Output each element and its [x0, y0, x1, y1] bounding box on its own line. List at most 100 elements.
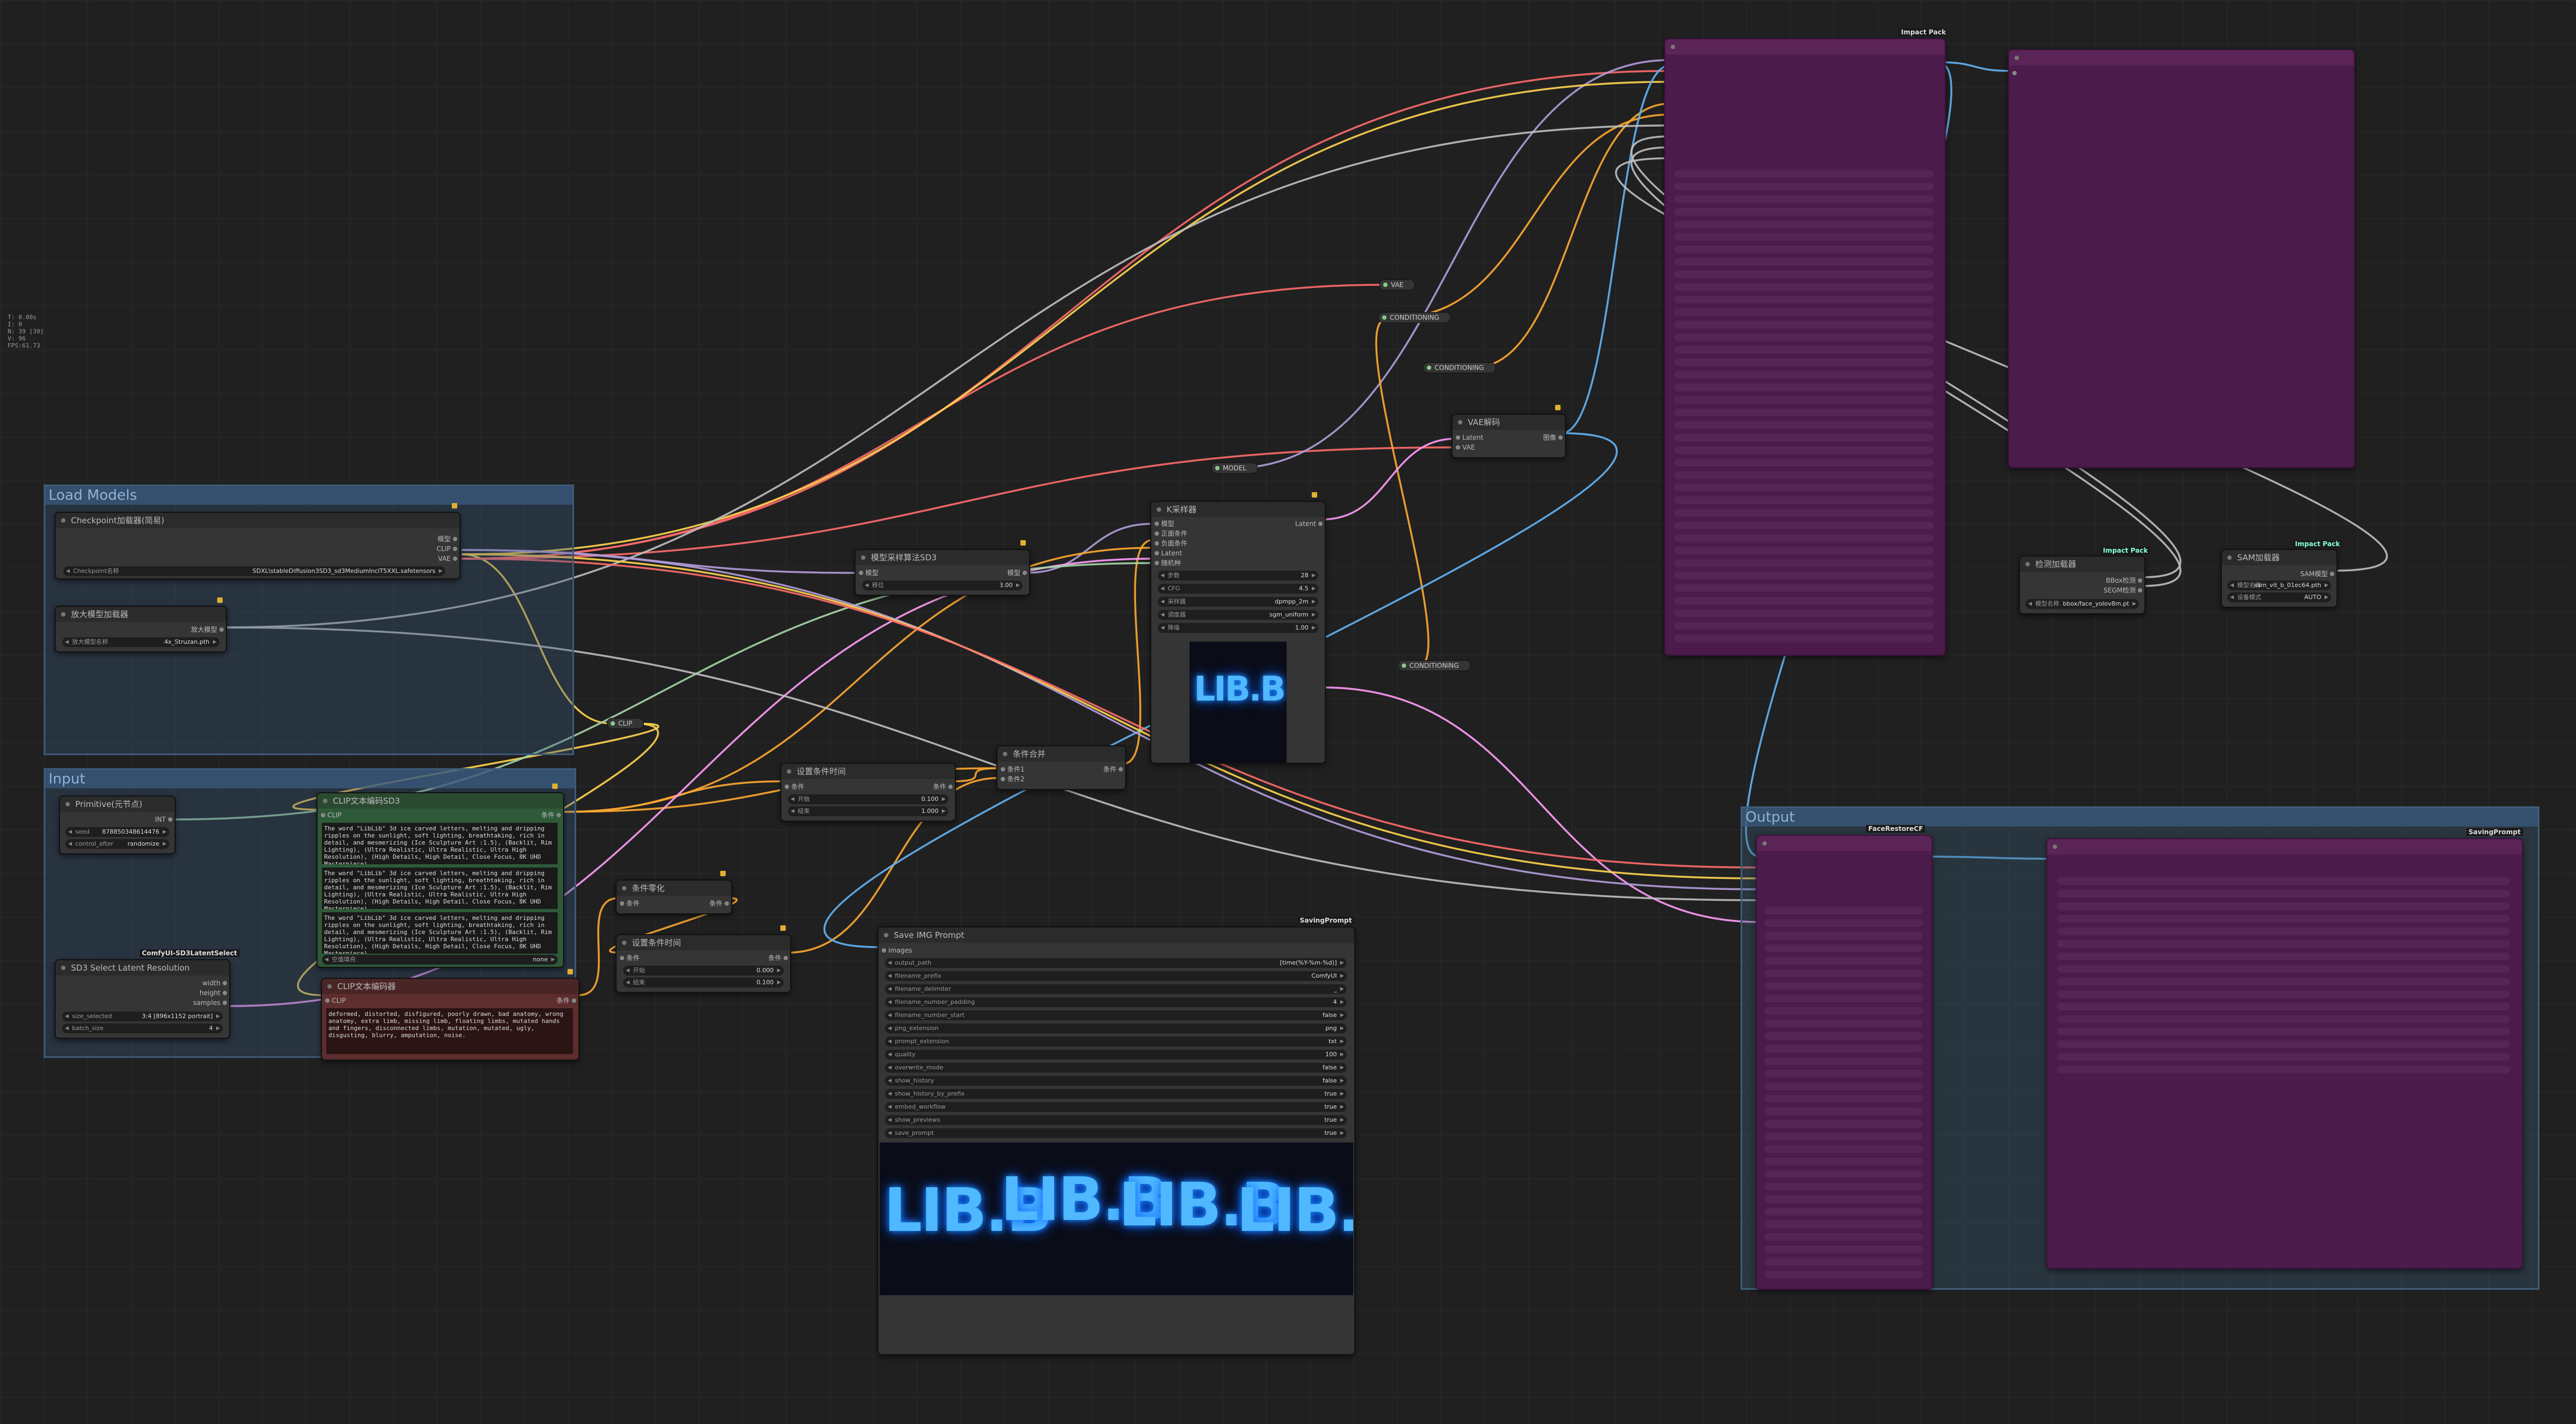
node-title[interactable]: Primitive(元节点): [60, 797, 175, 812]
node-title[interactable]: SAM加载器: [2222, 550, 2336, 565]
wire-cond[interactable]: [952, 767, 999, 782]
save-option-widget[interactable]: output_path [time(%Y-%m-%d)]: [885, 958, 1347, 968]
bypassed-widget-row[interactable]: [1765, 1258, 1923, 1266]
prompt-textarea-1[interactable]: The word "LibLib" 3d ice carved letters,…: [322, 823, 558, 864]
shift-widget[interactable]: 移位 3.00: [862, 581, 1023, 590]
output-height[interactable]: height: [200, 989, 228, 997]
node-face-detailer[interactable]: [1664, 38, 1946, 656]
input-model[interactable]: 模型: [1155, 519, 1174, 528]
bypassed-widget-row[interactable]: [2057, 1028, 2510, 1036]
bypassed-widget-row[interactable]: [2057, 953, 2510, 960]
bypassed-widget-row[interactable]: [1765, 1032, 1923, 1040]
wire-vae[interactable]: [461, 558, 1761, 869]
sampler-widget[interactable]: 采样器 dpmpp_2m: [1158, 597, 1318, 607]
node-title[interactable]: 设置条件时间: [781, 764, 955, 779]
save-option-widget[interactable]: filename_number_padding 4: [885, 997, 1347, 1007]
node-face-restore[interactable]: [1756, 835, 1933, 1290]
node-title[interactable]: CLIP文本编码SD3: [318, 793, 563, 809]
bypassed-widget-row[interactable]: [1765, 932, 1923, 940]
input-conditioning[interactable]: 条件: [785, 782, 804, 791]
save-option-widget[interactable]: filename_number_start false: [885, 1010, 1347, 1020]
cfg-widget[interactable]: CFG 4.5: [1158, 584, 1318, 594]
bypassed-widget-row[interactable]: [1765, 907, 1923, 914]
node-title[interactable]: [2009, 50, 2354, 65]
bypassed-widget-row[interactable]: [2057, 928, 2510, 935]
reroute-conditioning-3[interactable]: CONDITIONING: [1398, 660, 1471, 671]
input-conditioning[interactable]: 条件: [620, 954, 639, 962]
output-model[interactable]: 模型: [1007, 569, 1027, 577]
input-cond-1[interactable]: 条件1: [1001, 765, 1025, 774]
wire-clip[interactable]: [461, 81, 1670, 555]
save-option-widget[interactable]: show_history_by_prefix true: [885, 1089, 1347, 1099]
node-cond-combine[interactable]: 条件合并 条件1 条件2 条件: [996, 745, 1126, 790]
node-bbox-detector-loader[interactable]: 检测加载器 BBox检测 SEGM检测 模型名称 bbox/face_yolov…: [2019, 555, 2145, 614]
save-option-widget[interactable]: overwrite_mode false: [885, 1063, 1347, 1073]
end-widget[interactable]: 结束 0.100: [623, 978, 784, 988]
input-model[interactable]: 模型: [859, 569, 878, 577]
bypassed-widget-row[interactable]: [1765, 957, 1923, 965]
input-conditioning[interactable]: 条件: [620, 899, 639, 908]
bypassed-widget-row[interactable]: [1674, 208, 1934, 216]
node-upscale-model-loader[interactable]: 放大模型加载器 放大模型 放大模型名称 4x_Struzan.pth: [55, 606, 227, 653]
bypassed-widget-row[interactable]: [1674, 635, 1934, 642]
end-widget[interactable]: 结束 1.000: [788, 806, 948, 816]
bypassed-widget-row[interactable]: [1765, 1158, 1923, 1165]
wire-vae[interactable]: [461, 70, 1670, 560]
bypassed-widget-row[interactable]: [1674, 434, 1934, 441]
pin-icon[interactable]: [1020, 540, 1026, 546]
reroute-clip[interactable]: CLIP: [607, 718, 644, 729]
node-title[interactable]: 条件零化: [617, 881, 731, 896]
negative-prompt-textarea[interactable]: deformed, distorted, disfigured, poorly …: [326, 1008, 573, 1054]
pin-icon[interactable]: [1555, 405, 1561, 410]
group-title[interactable]: Output: [1742, 808, 2538, 827]
node-title[interactable]: VAE解码: [1453, 415, 1565, 430]
group-title[interactable]: Load Models: [45, 486, 572, 505]
pin-icon[interactable]: [552, 783, 558, 789]
bypassed-widget-row[interactable]: [1765, 944, 1923, 952]
node-primitive[interactable]: Primitive(元节点) INT seed 878850348614476 …: [59, 795, 176, 854]
bypassed-widget-row[interactable]: [2057, 940, 2510, 948]
output-conditioning[interactable]: 条件: [541, 811, 561, 819]
pin-icon[interactable]: [1312, 492, 1317, 498]
bypassed-widget-row[interactable]: [2057, 990, 2510, 998]
input-latent[interactable]: Latent: [1155, 549, 1182, 558]
bypassed-widget-row[interactable]: [2057, 1053, 2510, 1061]
bypassed-widget-row[interactable]: [1765, 1183, 1923, 1190]
node-title[interactable]: 条件合并: [997, 746, 1125, 762]
output-width[interactable]: width: [202, 979, 228, 988]
input-positive[interactable]: 正面条件: [1155, 529, 1187, 538]
bypassed-widget-row[interactable]: [2057, 915, 2510, 923]
bypassed-widget-row[interactable]: [2057, 1066, 2510, 1073]
bypassed-widget-row[interactable]: [1674, 409, 1934, 416]
pin-icon[interactable]: [217, 597, 223, 603]
bypassed-widget-row[interactable]: [2057, 877, 2510, 885]
output-clip[interactable]: CLIP: [437, 545, 457, 553]
bypassed-widget-row[interactable]: [1674, 597, 1934, 605]
save-option-widget[interactable]: prompt_extension txt: [885, 1037, 1347, 1046]
bypassed-widget-row[interactable]: [1674, 195, 1934, 203]
node-title[interactable]: SD3 Select Latent Resolution: [56, 960, 229, 976]
bypassed-widget-row[interactable]: [1765, 982, 1923, 990]
save-option-widget[interactable]: png_extension png: [885, 1024, 1347, 1033]
pin-icon[interactable]: [720, 871, 726, 876]
prompt-textarea-2[interactable]: The word "LibLib" 3d ice carved letters,…: [322, 867, 558, 909]
bypassed-widget-row[interactable]: [1765, 1108, 1923, 1115]
output-samples[interactable]: samples: [193, 998, 227, 1007]
bypassed-widget-row[interactable]: [1765, 995, 1923, 1002]
reroute-vae[interactable]: VAE: [1379, 279, 1415, 290]
bypassed-widget-row[interactable]: [1674, 183, 1934, 190]
node-save-img-prompt[interactable]: Save IMG Prompt images output_path [time(…: [877, 926, 1355, 1355]
bypassed-widget-row[interactable]: [2057, 902, 2510, 910]
bypassed-widget-row[interactable]: [1674, 296, 1934, 303]
node-title[interactable]: [2047, 839, 2522, 854]
bypassed-widget-row[interactable]: [1765, 1045, 1923, 1052]
bypassed-widget-row[interactable]: [1674, 496, 1934, 504]
node-title[interactable]: Save IMG Prompt: [878, 928, 1354, 943]
output-conditioning[interactable]: 条件: [709, 899, 730, 908]
input-seed[interactable]: 随机种: [1155, 559, 1181, 567]
wire-latent[interactable]: [1322, 686, 1761, 923]
pin-icon[interactable]: [567, 969, 573, 974]
bypassed-widget-row[interactable]: [1674, 622, 1934, 630]
bypassed-widget-row[interactable]: [1765, 1233, 1923, 1241]
checkpoint-name-widget[interactable]: Checkpoint名称 SDXL\stableDiffusion3SD3_sd…: [63, 566, 445, 576]
